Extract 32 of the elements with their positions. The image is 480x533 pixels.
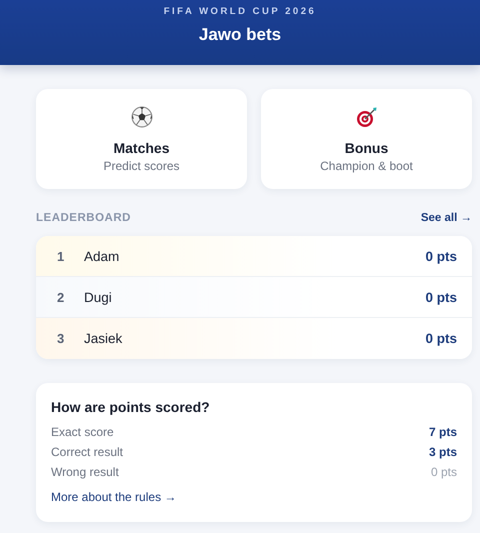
rule-label: Correct result bbox=[51, 445, 124, 459]
player-points: 0 pts bbox=[425, 290, 457, 304]
soccer-ball-icon bbox=[130, 106, 152, 128]
rank-number: 2 bbox=[57, 290, 66, 304]
player-name: Jasiek bbox=[84, 331, 124, 346]
leaderboard-row[interactable]: 3 Jasiek 0 pts bbox=[36, 318, 472, 359]
player-name: Adam bbox=[84, 248, 120, 264]
player-points: 0 pts bbox=[425, 248, 457, 264]
rank-number: 1 bbox=[57, 248, 66, 264]
player-name: Dugi bbox=[84, 290, 113, 304]
card-title: Matches bbox=[113, 140, 170, 156]
card-subtitle: Predict scores bbox=[103, 159, 180, 173]
player-points: 0 pts bbox=[425, 331, 457, 346]
card-subtitle: Champion & boot bbox=[320, 159, 413, 173]
menu-card[interactable]: Bonus Champion & boot bbox=[261, 89, 472, 189]
app-title: Jawo bets bbox=[198, 25, 282, 45]
card-title: Bonus bbox=[344, 140, 388, 156]
menu-card[interactable]: Matches Predict scores bbox=[36, 89, 247, 189]
rule-points: 0 pts bbox=[430, 465, 457, 479]
see-all-link[interactable]: See all → bbox=[420, 212, 472, 224]
leaderboard-row[interactable]: 1 Adam 0 pts bbox=[36, 236, 472, 277]
rule-points: 3 pts bbox=[428, 445, 457, 459]
dart-target-icon bbox=[356, 106, 378, 128]
leaderboard-row[interactable]: 2 Dugi 0 pts bbox=[36, 277, 472, 318]
rules-link[interactable]: More about the rules → bbox=[51, 490, 176, 504]
rule-label: Exact score bbox=[51, 425, 114, 439]
rule-label: Wrong result bbox=[51, 465, 119, 479]
rule-points: 7 pts bbox=[428, 425, 457, 439]
rank-number: 3 bbox=[57, 331, 66, 346]
header-subtitle: FIFA WORLD CUP 2026 bbox=[162, 5, 318, 17]
rules-title: How are points scored? bbox=[51, 399, 211, 415]
section-heading: LEADERBOARD bbox=[36, 212, 131, 224]
